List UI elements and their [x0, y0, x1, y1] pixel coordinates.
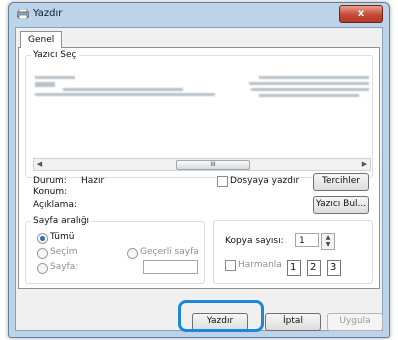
print-to-file-checkbox[interactable]	[217, 176, 228, 187]
location-label: Konum:	[33, 187, 68, 197]
status-value: Hazır	[81, 176, 105, 186]
status-label: Durum:	[33, 176, 67, 186]
pages-input[interactable]	[143, 260, 198, 274]
copy-count-input[interactable]: 1	[295, 233, 319, 247]
apply-button[interactable]: Uygula	[327, 313, 383, 331]
close-icon: x	[357, 8, 365, 19]
cancel-button[interactable]: İptal	[265, 313, 321, 331]
current-page-radio[interactable]	[127, 248, 138, 259]
close-button[interactable]: x	[339, 5, 383, 23]
printer-list-scrollbar[interactable]: ◀ III ▶	[33, 158, 371, 171]
selection-radio[interactable]	[37, 248, 48, 259]
scroll-left-arrow-icon[interactable]: ◀	[34, 159, 45, 170]
pages-radio[interactable]	[37, 263, 48, 274]
page-range-legend: Sayfa aralığı	[33, 216, 90, 226]
comment-label: Açıklama:	[33, 200, 77, 210]
pages-label: Sayfa:	[50, 262, 79, 272]
selection-label: Seçim	[50, 247, 78, 257]
scroll-right-arrow-icon[interactable]: ▶	[359, 159, 370, 170]
print-to-file-label: Dosyaya yazdır	[230, 176, 300, 186]
spin-down-icon[interactable]: ▼	[322, 241, 334, 248]
copy-count-label: Kopya sayısı:	[225, 236, 284, 246]
title-bar[interactable]: Yazdır x	[9, 3, 389, 25]
collate-illustration: 123	[283, 260, 347, 281]
spin-up-icon[interactable]: ▲	[322, 234, 334, 241]
tab-general[interactable]: Genel	[20, 31, 63, 48]
general-tab-page: Yazıcı Seç ◀ III ▶ Durum: Hazır Konum: A…	[18, 47, 380, 289]
collate-checkbox[interactable]	[225, 260, 236, 271]
print-button-highlight	[178, 300, 264, 332]
copy-count-spinner[interactable]: ▲ ▼	[321, 233, 335, 250]
find-printer-button[interactable]: Yazıcı Bul...	[313, 196, 369, 214]
all-pages-radio[interactable]	[37, 233, 48, 244]
collate-label: Harmanla	[238, 260, 282, 270]
current-page-label: Geçerli sayfa	[140, 247, 199, 257]
all-pages-label: Tümü	[50, 232, 75, 242]
printer-select-legend: Yazıcı Seç	[33, 50, 77, 60]
preferences-button[interactable]: Tercihler	[313, 173, 369, 191]
window-title: Yazdır	[33, 8, 63, 19]
scroll-thumb[interactable]: III	[176, 160, 250, 170]
dialog-client-area: Genel Yazıcı Seç ◀ III ▶ Durum: Hazır Ko…	[15, 27, 383, 331]
print-dialog-window: Yazdır x Genel Yazıcı Seç ◀ III ▶ Durum:…	[8, 2, 390, 338]
printer-icon	[17, 9, 29, 19]
